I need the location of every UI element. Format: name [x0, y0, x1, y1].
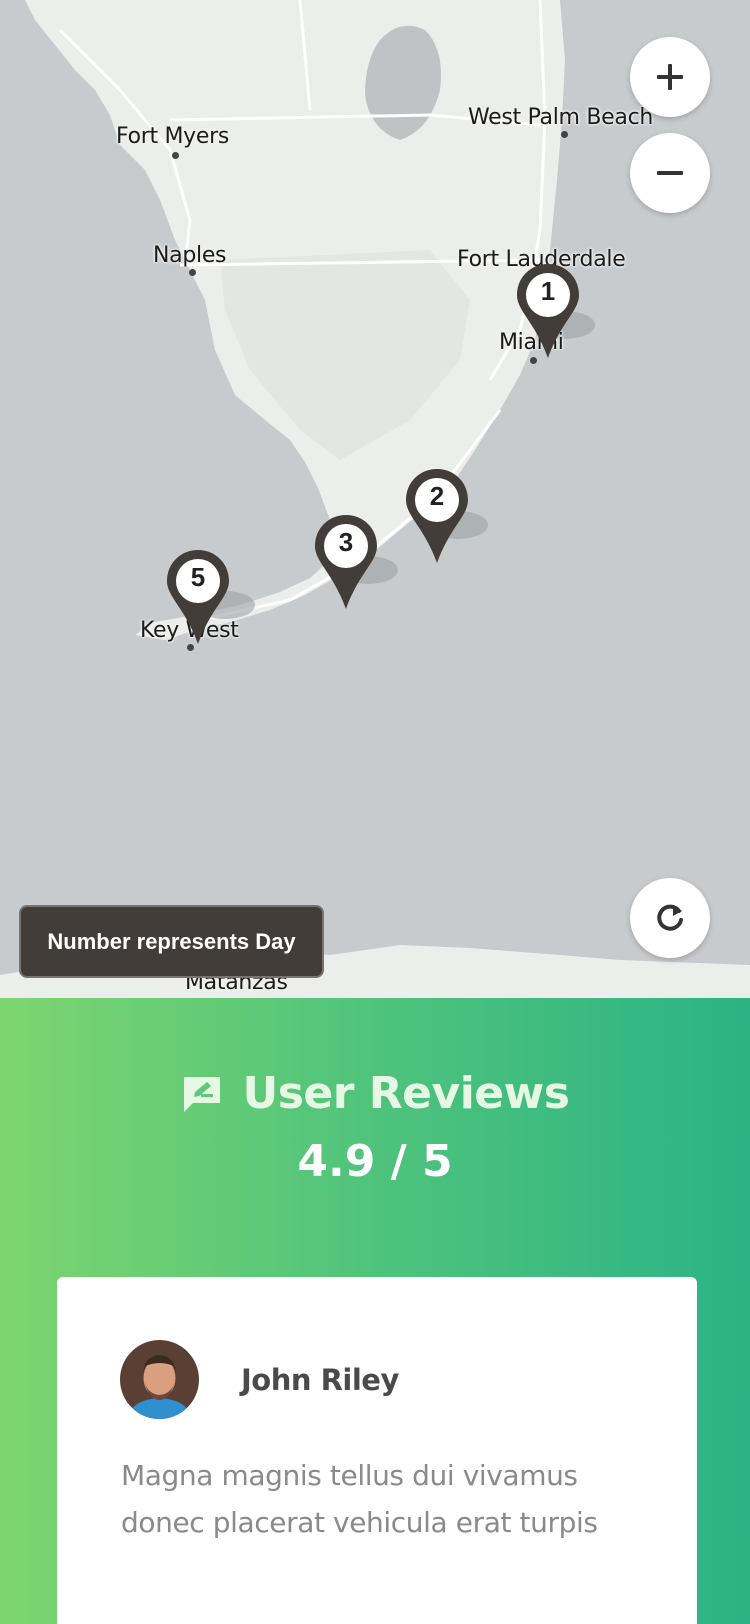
day-number: 5 — [190, 562, 206, 592]
city-dot — [172, 152, 179, 159]
refresh-icon — [657, 904, 683, 931]
trip-map[interactable]: Fort Myers West Palm Beach Naples Fort L… — [0, 0, 750, 998]
user-reviews-section: User Reviews 4.9 / 5 John Riley Magna ma… — [0, 998, 750, 1624]
day-number: 2 — [429, 481, 445, 511]
average-rating: 4.9 / 5 — [297, 1136, 453, 1187]
review-comment-icon — [183, 1076, 220, 1112]
day-marker[interactable]: 1 — [515, 262, 581, 360]
reviews-title: User Reviews — [242, 1068, 570, 1119]
plus-icon — [657, 64, 683, 90]
city-label-fort-myers: Fort Myers — [116, 124, 230, 149]
reviewer-name: John Riley — [241, 1363, 399, 1397]
day-marker[interactable]: 2 — [404, 467, 470, 565]
day-marker[interactable]: 3 — [313, 513, 379, 611]
reviews-header: User Reviews — [0, 1068, 750, 1119]
day-number: 1 — [540, 276, 556, 306]
city-dot — [189, 269, 196, 276]
city-label-west-palm-beach: West Palm Beach — [468, 105, 654, 130]
city-label-naples: Naples — [153, 243, 227, 268]
minus-icon — [657, 171, 683, 175]
zoom-out-button[interactable] — [630, 133, 710, 213]
map-legend-tooltip: Number represents Day — [19, 905, 324, 978]
zoom-in-button[interactable] — [630, 37, 710, 117]
city-dot — [561, 131, 568, 138]
avatar — [120, 1340, 199, 1419]
day-marker[interactable]: 5 — [165, 548, 231, 646]
review-card: John Riley Magna magnis tellus dui vivam… — [57, 1277, 697, 1624]
reset-map-button[interactable] — [630, 878, 710, 958]
review-text: Magna magnis tellus dui vivamus donec pl… — [121, 1459, 598, 1539]
day-number: 3 — [338, 527, 354, 557]
legend-text: Number represents Day — [47, 928, 296, 954]
